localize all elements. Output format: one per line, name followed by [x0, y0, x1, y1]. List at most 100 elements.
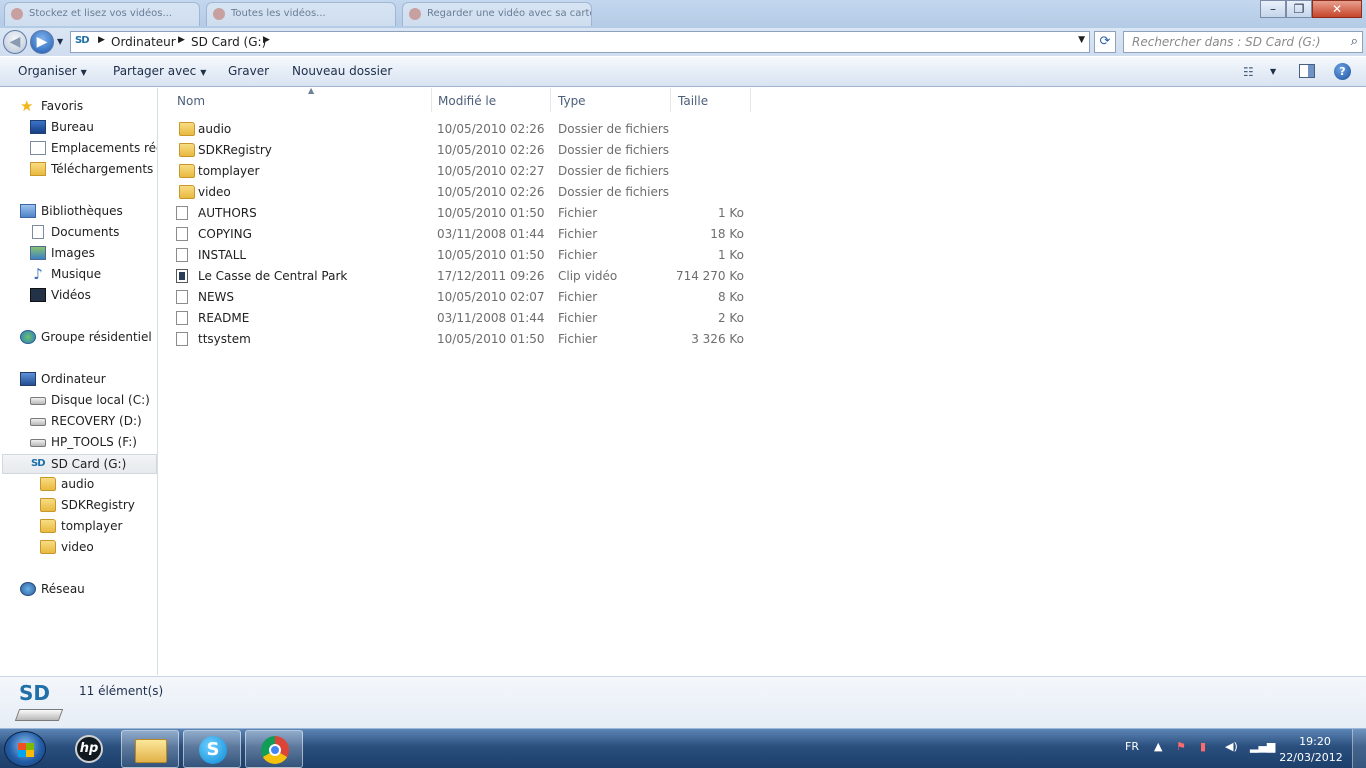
breadcrumb-arrow-icon[interactable]: ▶ [178, 35, 185, 45]
close-button[interactable]: ✕ [1312, 0, 1362, 18]
file-size: 18 Ko [710, 227, 744, 241]
start-button[interactable] [4, 731, 46, 767]
new-folder-button[interactable]: Nouveau dossier [292, 64, 392, 78]
file-row[interactable]: INSTALL 10/05/2010 01:50 Fichier 1 Ko [174, 245, 754, 266]
nav-label: Favoris [41, 99, 84, 113]
show-desktop-button[interactable] [1352, 729, 1366, 768]
search-placeholder: Rechercher dans : SD Card (G:) [1132, 35, 1321, 49]
nav-label: video [61, 540, 94, 554]
file-icon [176, 290, 188, 304]
file-icon [176, 311, 188, 325]
nav-label: Groupe résidentiel [41, 330, 152, 344]
file-name: video [198, 185, 231, 199]
libraries-icon [20, 204, 36, 218]
address-bar[interactable]: SD ▶ Ordinateur ▶ SD Card (G:) ▶ ▼ [70, 31, 1090, 53]
file-row[interactable]: COPYING 03/11/2008 01:44 Fichier 18 Ko [174, 224, 754, 245]
refresh-icon: ⟳ [1099, 34, 1111, 49]
address-row: ◀ ▶ ▼ SD ▶ Ordinateur ▶ SD Card (G:) ▶ ▼… [0, 28, 1366, 56]
burn-button[interactable]: Graver [228, 64, 269, 78]
taskbar-skype[interactable]: S [183, 730, 241, 768]
volume-icon[interactable]: ◀) [1225, 740, 1238, 753]
arrow-left-icon: ◀ [9, 34, 21, 50]
breadcrumb-arrow-icon[interactable]: ▶ [98, 35, 105, 45]
file-type: Fichier [558, 332, 598, 346]
share-button[interactable]: Partager avec ▼ [113, 64, 206, 78]
column-header-size[interactable]: Taille [671, 88, 751, 112]
file-size: 1 Ko [717, 248, 744, 262]
file-row[interactable]: SDKRegistry 10/05/2010 02:26 Dossier de fi… [174, 140, 754, 161]
view-options-icon[interactable]: ☷ [1243, 65, 1254, 79]
tab-label: Regarder une vidéo avec sa carte SD... [427, 8, 591, 19]
tray-expand-icon[interactable]: ▲ [1154, 740, 1162, 753]
sd-card-icon: SD [75, 35, 89, 46]
file-type: Clip vidéo [558, 269, 618, 283]
column-header-name[interactable]: Nom ▲ [170, 86, 432, 112]
file-icon [176, 206, 188, 220]
nav-label: Vidéos [51, 288, 91, 302]
breadcrumb-sd-card[interactable]: SD Card (G:) [191, 35, 266, 49]
organise-button[interactable]: Organiser ▼ [18, 64, 87, 78]
nav-label: SD Card (G:) [51, 457, 127, 471]
background-tab-2[interactable]: Toutes les vidéos... [206, 2, 396, 26]
file-date: 10/05/2010 02:07 [437, 290, 545, 304]
nav-label: Emplacements récents [51, 141, 157, 155]
folder-icon [179, 143, 195, 157]
chevron-down-icon[interactable]: ▼ [1270, 67, 1276, 76]
hp-icon: hp [75, 735, 103, 763]
tab-label: Stockez et lisez vos vidéos... [29, 8, 172, 19]
nav-label: Téléchargements [51, 162, 154, 176]
file-date: 03/11/2008 01:44 [437, 311, 545, 325]
taskbar-explorer[interactable] [121, 730, 179, 768]
file-type: Dossier de fichiers [558, 164, 670, 178]
file-row[interactable]: README 03/11/2008 01:44 Fichier 2 Ko [174, 308, 754, 329]
file-name: INSTALL [198, 248, 247, 262]
file-row[interactable]: AUTHORS 10/05/2010 01:50 Fichier 1 Ko [174, 203, 754, 224]
documents-icon [32, 225, 44, 239]
search-icon[interactable]: ⌕ [1351, 34, 1358, 49]
breadcrumb-arrow-icon[interactable]: ▶ [263, 35, 270, 45]
preview-pane-button[interactable] [1299, 64, 1315, 78]
file-date: 10/05/2010 01:50 [437, 248, 545, 262]
minimize-button[interactable]: – [1260, 0, 1286, 18]
help-button[interactable]: ? [1334, 63, 1351, 80]
file-date: 10/05/2010 01:50 [437, 332, 545, 346]
file-name: audio [198, 122, 232, 136]
file-row[interactable]: ttsystem 10/05/2010 01:50 Fichier 3 326 Ko [174, 329, 754, 350]
refresh-button[interactable]: ⟳ [1094, 31, 1116, 53]
address-dropdown-icon[interactable]: ▼ [1078, 35, 1085, 45]
action-center-icon[interactable]: ⚑ [1176, 740, 1186, 753]
column-header-type[interactable]: Type [551, 88, 671, 112]
maximize-button[interactable]: ❐ [1286, 0, 1312, 18]
search-input[interactable]: Rechercher dans : SD Card (G:) ⌕ [1123, 31, 1363, 53]
hard-drive-icon [30, 397, 46, 405]
clock-date[interactable]: 22/03/2012 [1278, 751, 1344, 764]
file-name: NEWS [198, 290, 235, 304]
computer-icon [20, 372, 36, 386]
network-signal-icon[interactable]: ▂▄▆ [1250, 740, 1275, 753]
file-row[interactable]: audio 10/05/2010 02:26 Dossier de fichiers [174, 119, 754, 140]
recent-pages-dropdown[interactable]: ▼ [57, 37, 63, 46]
chevron-down-icon: ▼ [200, 68, 207, 77]
file-row[interactable]: tomplayer 10/05/2010 02:27 Dossier de fich… [174, 161, 754, 182]
explorer-folder-icon [135, 739, 167, 763]
preview-pane-icon [1308, 65, 1314, 77]
breadcrumb-computer[interactable]: Ordinateur [111, 35, 176, 49]
file-row[interactable]: Le Casse de Central Park 17/12/2011 09:26… [174, 266, 754, 287]
nav-label: Images [51, 246, 95, 260]
background-tab-1[interactable]: Stockez et lisez vos vidéos... [4, 2, 200, 26]
file-row[interactable]: NEWS 10/05/2010 02:07 Fichier 8 Ko [174, 287, 754, 308]
nav-drive-g-selected[interactable]: SD SD Card (G:) [2, 454, 157, 474]
taskbar-hp[interactable]: hp [59, 730, 117, 768]
column-header-modified[interactable]: Modifié le [431, 88, 551, 112]
forward-button[interactable]: ▶ [30, 30, 54, 54]
folder-icon [40, 540, 56, 554]
power-icon[interactable]: ▮ [1200, 740, 1206, 753]
file-row[interactable]: video 10/05/2010 02:26 Dossier de fichiers [174, 182, 754, 203]
back-button[interactable]: ◀ [3, 30, 27, 54]
taskbar-chrome[interactable] [245, 730, 303, 768]
file-size: 3 326 Ko [691, 332, 744, 346]
language-indicator[interactable]: FR [1125, 740, 1139, 753]
command-bar: Organiser ▼ Partager avec ▼ Graver Nouveau… [0, 57, 1366, 87]
clock-time[interactable]: 19:20 [1287, 735, 1343, 748]
background-tab-3[interactable]: Regarder une vidéo avec sa carte SD... [402, 2, 592, 26]
